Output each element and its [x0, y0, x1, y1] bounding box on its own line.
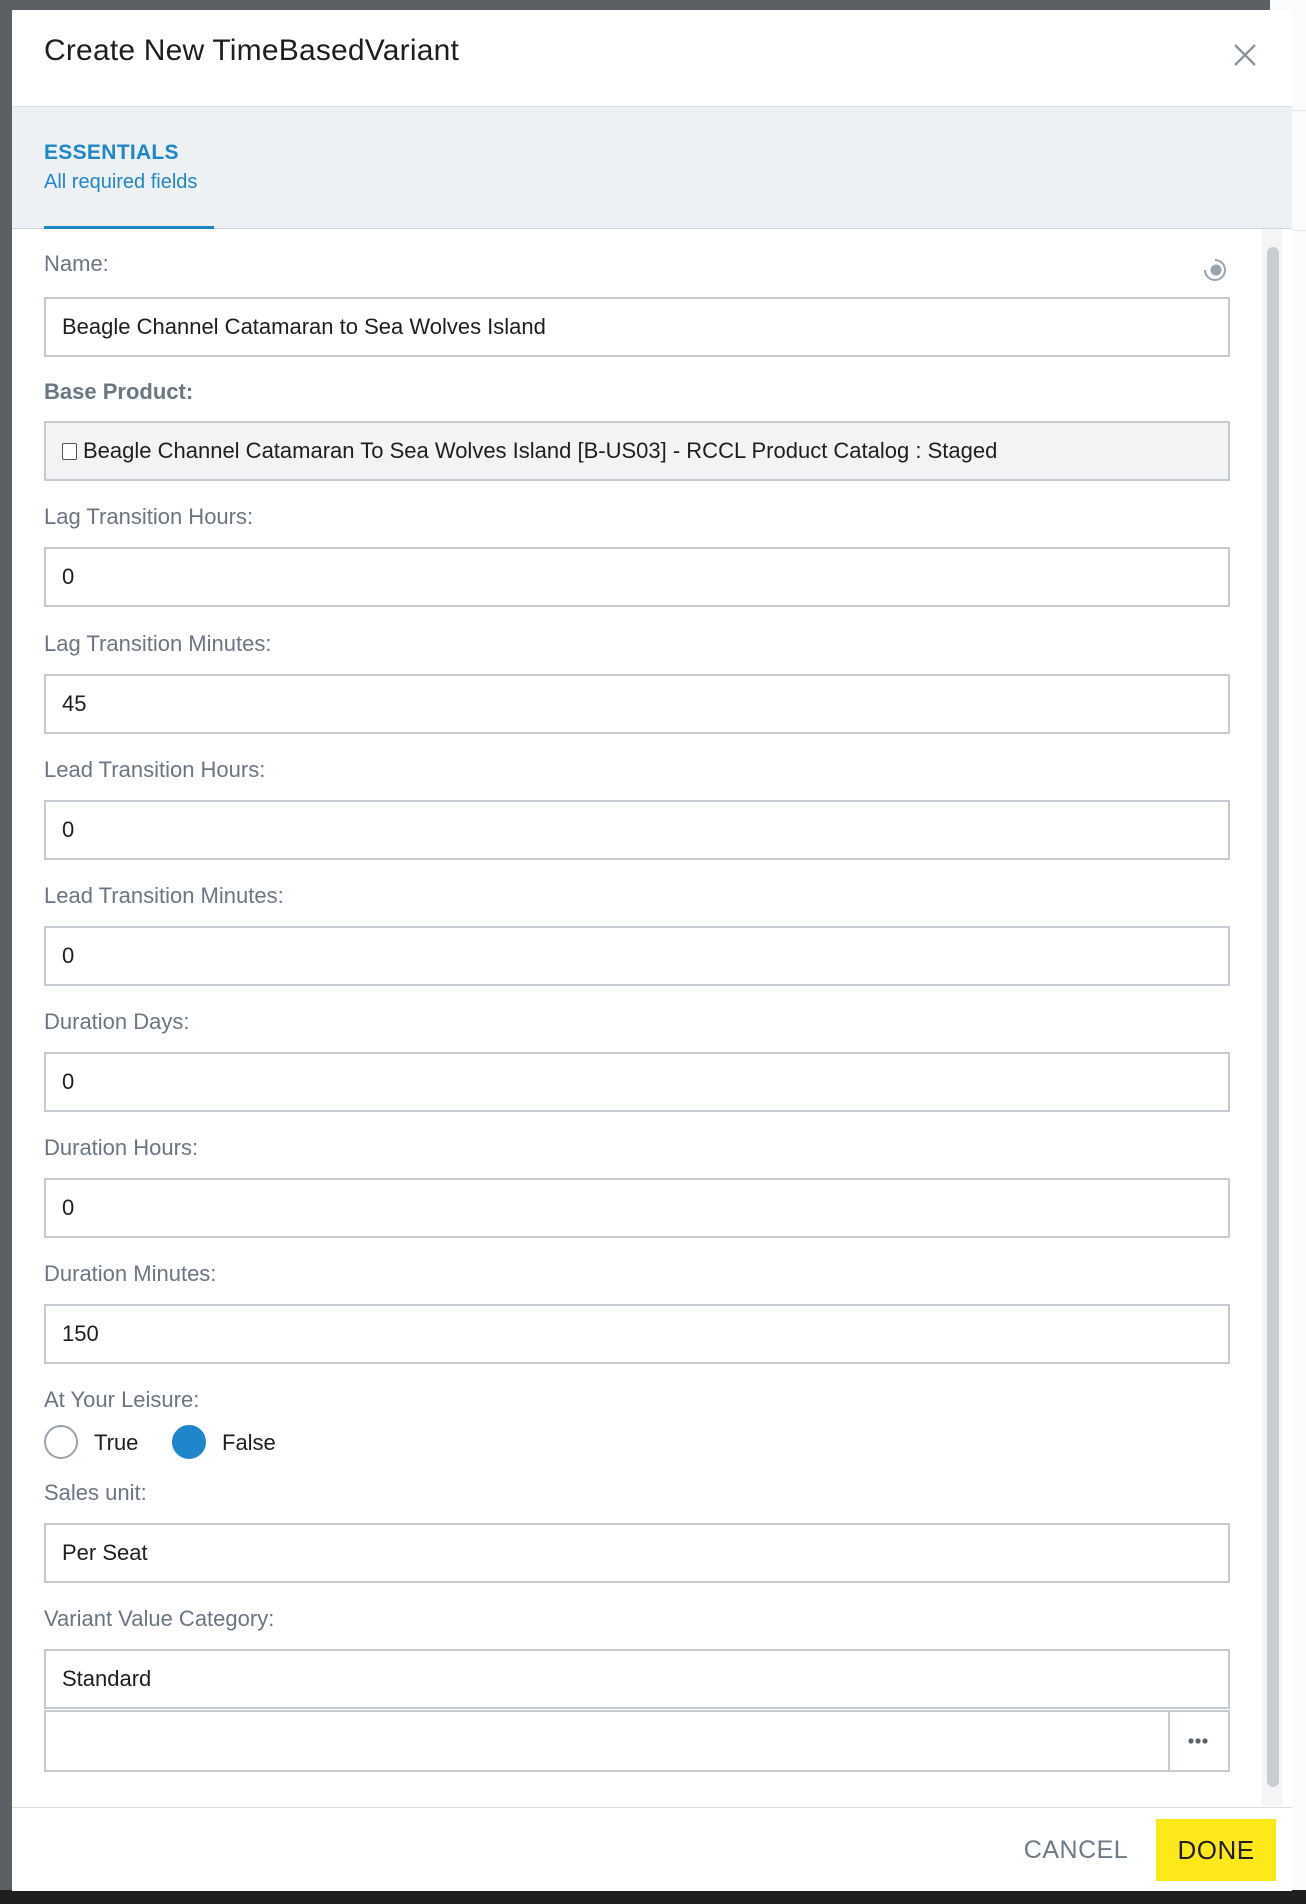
base-product-field: Beagle Channel Catamaran To Sea Wolves I…: [44, 421, 1230, 481]
duration-days-label: Duration Days:: [44, 1009, 190, 1034]
create-variant-dialog: Create New TimeBasedVariant ESSENTIALS A…: [12, 10, 1292, 1891]
background-bottom-strip: [0, 1890, 1306, 1904]
duration-minutes-label: Duration Minutes:: [44, 1261, 217, 1286]
duration-hours-input[interactable]: 0: [44, 1178, 1230, 1238]
close-button[interactable]: [1226, 36, 1264, 74]
scrollbar[interactable]: [1262, 229, 1282, 1806]
form-area: Name: Beagle Channel Catamaran to Sea Wo…: [12, 229, 1292, 1806]
done-button[interactable]: DONE: [1156, 1819, 1276, 1881]
lag-minutes-input[interactable]: 45: [44, 674, 1230, 734]
radio-true[interactable]: [44, 1425, 78, 1459]
lead-hours-label: Lead Transition Hours:: [44, 757, 266, 782]
ellipsis-button[interactable]: [1168, 1712, 1228, 1770]
tab-bar: ESSENTIALS All required fields: [12, 107, 1292, 229]
variant-value-category-item[interactable]: Standard: [44, 1649, 1230, 1709]
cancel-button[interactable]: CANCEL: [1012, 1822, 1140, 1878]
duration-days-input[interactable]: 0: [44, 1052, 1230, 1112]
radio-false[interactable]: [172, 1425, 206, 1459]
dialog-header: Create New TimeBasedVariant: [12, 10, 1292, 107]
scrollbar-thumb[interactable]: [1267, 247, 1279, 1787]
sales-unit-input[interactable]: Per Seat: [44, 1523, 1230, 1583]
lag-hours-input[interactable]: 0: [44, 547, 1230, 607]
localization-icon[interactable]: [1202, 257, 1228, 283]
name-input[interactable]: Beagle Channel Catamaran to Sea Wolves I…: [44, 297, 1230, 357]
lag-minutes-label: Lag Transition Minutes:: [44, 631, 272, 656]
lead-hours-input[interactable]: 0: [44, 800, 1230, 860]
variant-value-category-label: Variant Value Category:: [44, 1606, 275, 1631]
sales-unit-label: Sales unit:: [44, 1480, 147, 1505]
dialog-title: Create New TimeBasedVariant: [44, 34, 460, 67]
lag-hours-label: Lag Transition Hours:: [44, 504, 254, 529]
lead-minutes-input[interactable]: 0: [44, 926, 1230, 986]
lead-minutes-label: Lead Transition Minutes:: [44, 883, 284, 908]
radio-false-label[interactable]: False: [222, 1430, 276, 1456]
product-reference-icon: [62, 443, 77, 460]
dialog-footer: CANCEL DONE: [12, 1807, 1292, 1891]
radio-true-label[interactable]: True: [94, 1430, 138, 1456]
variant-value-category-picker[interactable]: [44, 1710, 1230, 1772]
at-your-leisure-label: At Your Leisure:: [44, 1387, 200, 1412]
more-icon: [1188, 1738, 1208, 1744]
close-icon: [1234, 44, 1256, 66]
base-product-value: Beagle Channel Catamaran To Sea Wolves I…: [83, 438, 998, 463]
tab-essentials-subtitle: All required fields: [44, 171, 198, 193]
tab-essentials-label: ESSENTIALS: [44, 141, 179, 164]
tab-essentials[interactable]: ESSENTIALS All required fields: [44, 107, 214, 229]
name-label: Name:: [44, 251, 109, 276]
base-product-label: Base Product:: [44, 379, 194, 404]
duration-hours-label: Duration Hours:: [44, 1135, 199, 1160]
duration-minutes-input[interactable]: 150: [44, 1304, 1230, 1364]
